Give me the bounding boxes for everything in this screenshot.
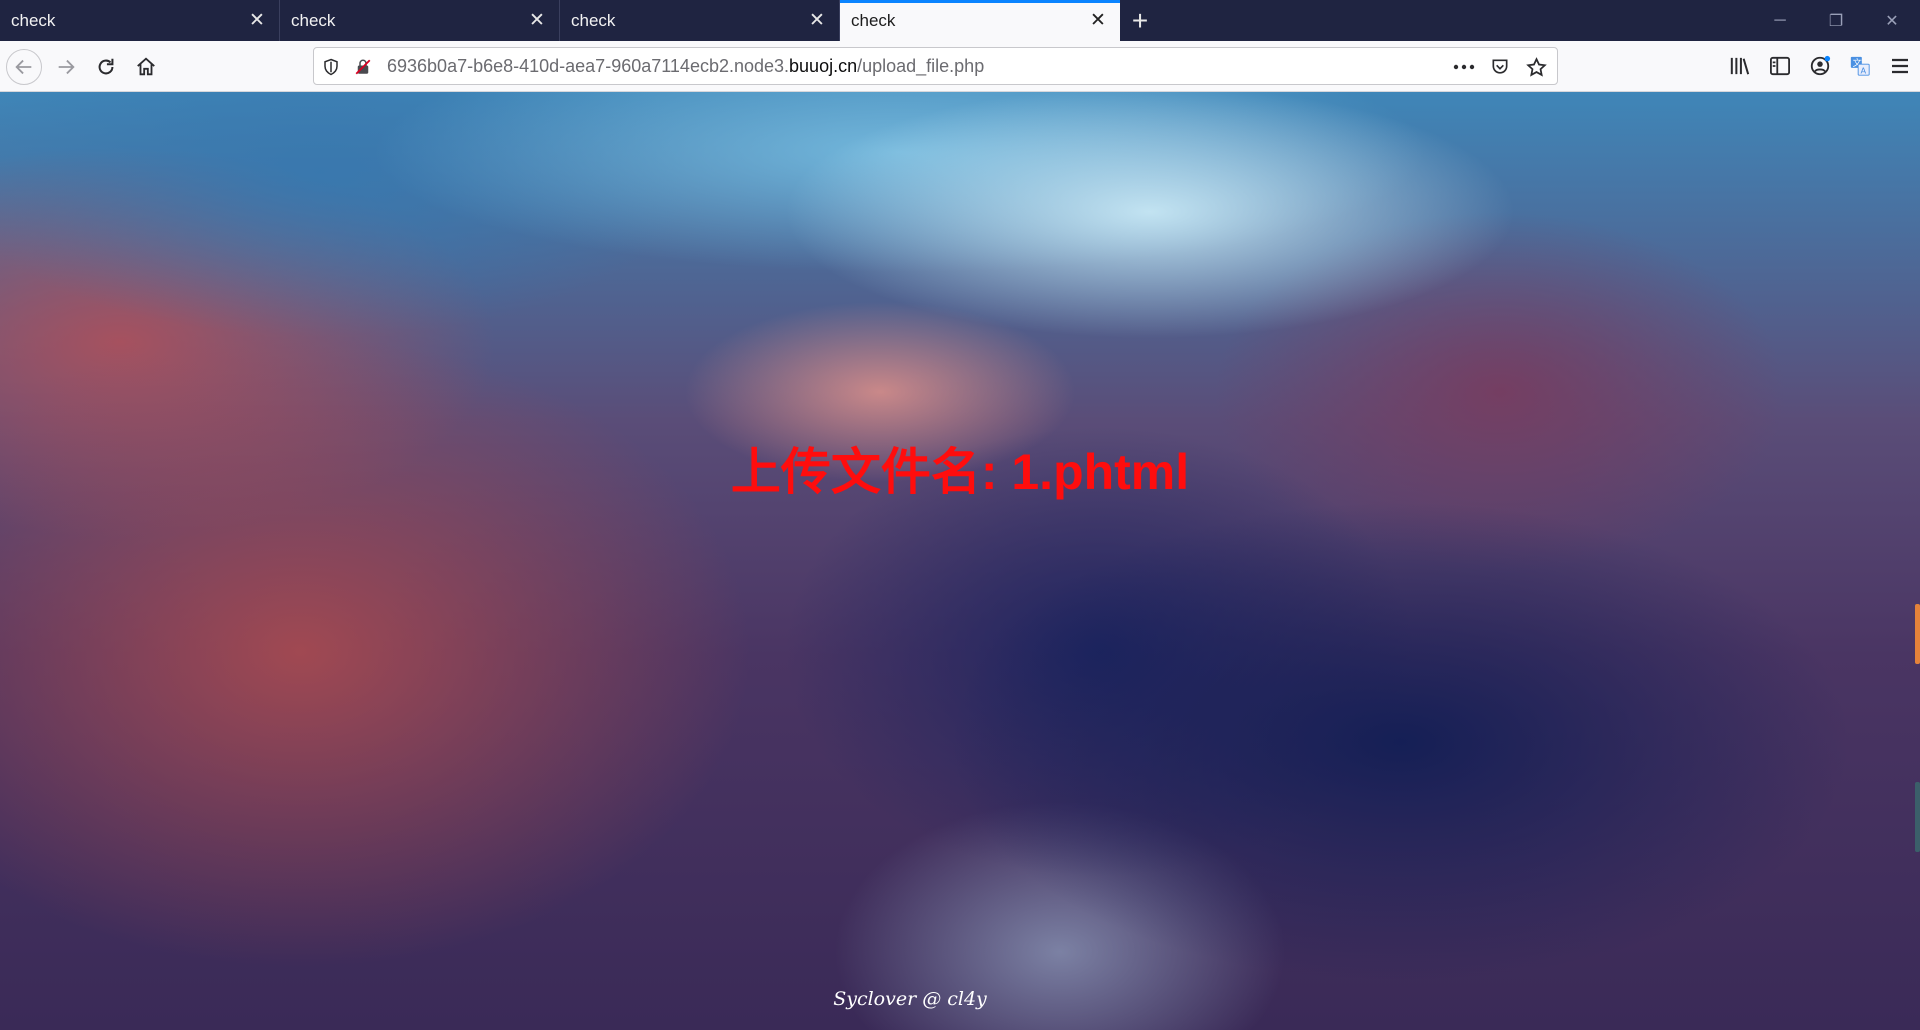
url-path: /upload_file.php <box>857 56 985 76</box>
footer-credit: Syclover @ cl4y <box>833 988 987 1010</box>
back-button[interactable] <box>6 49 42 85</box>
close-icon[interactable]: ✕ <box>807 10 827 31</box>
url-domain: buuoj.cn <box>789 56 858 76</box>
sidebar-icon[interactable] <box>1760 49 1800 83</box>
window-controls: ─ ❐ ✕ <box>1752 0 1920 41</box>
upload-result-message: 上传文件名: 1.phtml <box>730 444 1190 500</box>
url-prefix: 6936b0a7-b6e8-410d-aea7-960a7114ecb2.nod… <box>387 56 790 76</box>
minimize-icon[interactable]: ─ <box>1752 0 1808 41</box>
url-text[interactable]: 6936b0a7-b6e8-410d-aea7-960a7114ecb2.nod… <box>387 56 984 77</box>
pocket-icon[interactable] <box>1485 55 1515 79</box>
page-content: 上传文件名: 1.phtml Syclover @ cl4y <box>0 92 1920 1030</box>
url-bar[interactable]: 6936b0a7-b6e8-410d-aea7-960a7114ecb2.nod… <box>313 47 1558 85</box>
shield-icon[interactable] <box>320 56 342 78</box>
translate-icon[interactable]: 文A <box>1840 49 1880 83</box>
hamburger-menu-icon[interactable] <box>1880 49 1920 83</box>
toolbar-icons: 文A <box>1720 49 1920 83</box>
home-button[interactable] <box>128 49 164 85</box>
home-icon <box>137 57 155 76</box>
window-close-icon[interactable]: ✕ <box>1864 0 1920 41</box>
close-icon[interactable]: ✕ <box>527 10 547 31</box>
arrow-left-icon <box>15 59 32 75</box>
reload-button[interactable] <box>88 49 124 85</box>
arrow-right-icon <box>58 59 75 75</box>
cloud-background <box>0 92 1920 1030</box>
scroll-indicator <box>1915 604 1920 664</box>
insecure-lock-icon[interactable] <box>352 56 374 78</box>
scroll-indicator <box>1915 782 1920 852</box>
tab-strip: check ✕ check ✕ check ✕ check ✕ + ─ ❐ ✕ <box>0 0 1920 41</box>
browser-tab[interactable]: check ✕ <box>0 0 280 41</box>
tab-title: check <box>11 10 56 30</box>
navigation-toolbar: 6936b0a7-b6e8-410d-aea7-960a7114ecb2.nod… <box>0 41 1920 92</box>
tab-title: check <box>851 10 896 30</box>
browser-tab-active[interactable]: check ✕ <box>840 0 1120 41</box>
reload-icon <box>98 58 114 75</box>
browser-tab[interactable]: check ✕ <box>280 0 560 41</box>
account-icon[interactable] <box>1800 49 1840 83</box>
more-icon[interactable] <box>1449 55 1479 79</box>
svg-text:A: A <box>1860 65 1866 75</box>
browser-tab[interactable]: check ✕ <box>560 0 840 41</box>
restore-icon[interactable]: ❐ <box>1808 0 1864 41</box>
forward-button[interactable] <box>48 49 84 85</box>
new-tab-button[interactable]: + <box>1120 0 1160 41</box>
close-icon[interactable]: ✕ <box>1088 10 1108 31</box>
page-actions <box>1449 55 1551 79</box>
tab-title: check <box>571 10 616 30</box>
library-icon[interactable] <box>1720 49 1760 83</box>
star-icon[interactable] <box>1521 55 1551 79</box>
close-icon[interactable]: ✕ <box>247 10 267 31</box>
tab-title: check <box>291 10 336 30</box>
